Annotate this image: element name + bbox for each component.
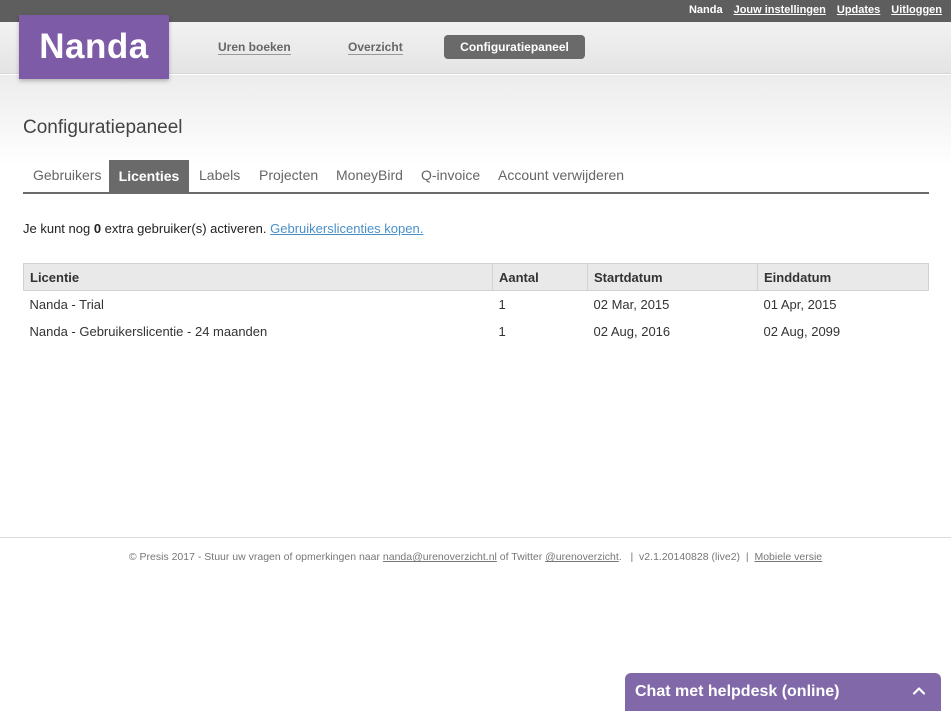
tab-projecten[interactable]: Projecten [259, 167, 318, 183]
tab-licenties[interactable]: Licenties [109, 160, 189, 192]
license-start: 02 Mar, 2015 [593, 296, 670, 312]
tab-q-invoice[interactable]: Q-invoice [421, 167, 480, 183]
license-info: Je kunt nog 0 extra gebruiker(s) activer… [23, 221, 423, 236]
nav-book-hours[interactable]: Uren boeken [218, 40, 291, 55]
username: Nanda [688, 4, 723, 16]
table-row: Nanda - Gebruikerslicentie - 24 maanden … [24, 318, 929, 345]
page-title: Configuratiepaneel [23, 117, 183, 138]
table-row: Nanda - Trial 1 02 Mar, 2015 01 Apr, 201… [24, 291, 929, 318]
footer-twitter-text: of Twitter [496, 551, 546, 563]
footer-version: . | v2.1.20140828 (live2) | [618, 551, 755, 563]
footer-email-link[interactable]: nanda@urenoverzicht.nl [383, 551, 497, 563]
nav-config-panel[interactable]: Configuratiepaneel [444, 35, 585, 59]
footer-divider [0, 537, 951, 538]
info-suffix: extra gebruiker(s) activeren. [101, 221, 271, 236]
account-links: Nanda Jouw instellingen Updates Uitlogge… [689, 4, 942, 16]
info-prefix: Je kunt nog [23, 221, 94, 236]
logout-link[interactable]: Uitloggen [891, 4, 942, 16]
buy-licenses-link[interactable]: Gebruikerslicenties kopen. [270, 221, 423, 236]
license-name: Nanda - Gebruikerslicentie - 24 maanden [29, 323, 268, 339]
footer-prefix: © Presis 2017 - Stuur uw vragen of opmer… [128, 551, 383, 563]
tab-moneybird[interactable]: MoneyBird [336, 167, 403, 183]
license-amount: 1 [498, 296, 506, 312]
license-end: 01 Apr, 2015 [763, 296, 837, 312]
license-table: Licentie Aantal Startdatum Einddatum Nan… [23, 263, 929, 345]
table-header-row: Licentie Aantal Startdatum Einddatum [23, 263, 929, 291]
tab-labels[interactable]: Labels [199, 167, 240, 183]
updates-link[interactable]: Updates [837, 4, 880, 16]
chat-label: Chat met helpdesk (online) [635, 683, 840, 700]
col-start-date[interactable]: Startdatum [587, 263, 758, 291]
helpdesk-chat-bar[interactable]: Chat met helpdesk (online) [625, 673, 941, 711]
config-tabs: Gebruikers Licenties Labels Projecten Mo… [23, 160, 929, 194]
nav-overview[interactable]: Overzicht [348, 40, 403, 55]
footer-twitter-link[interactable]: @urenoverzicht [545, 551, 619, 563]
col-amount[interactable]: Aantal [492, 263, 588, 291]
license-end: 02 Aug, 2099 [763, 323, 841, 339]
license-amount: 1 [498, 323, 506, 339]
footer-mobile-link[interactable]: Mobiele versie [754, 551, 822, 563]
tab-account-verwijderen[interactable]: Account verwijderen [498, 167, 624, 183]
tab-gebruikers[interactable]: Gebruikers [33, 167, 101, 183]
logo[interactable]: Nanda [19, 15, 169, 79]
settings-link[interactable]: Jouw instellingen [734, 4, 826, 16]
chevron-up-icon[interactable] [911, 683, 927, 699]
available-count: 0 [93, 221, 102, 236]
license-name: Nanda - Trial [29, 296, 104, 312]
footer: © Presis 2017 - Stuur uw vragen of opmer… [0, 551, 951, 563]
col-end-date[interactable]: Einddatum [757, 263, 929, 291]
license-start: 02 Aug, 2016 [593, 323, 671, 339]
col-license[interactable]: Licentie [23, 263, 493, 291]
